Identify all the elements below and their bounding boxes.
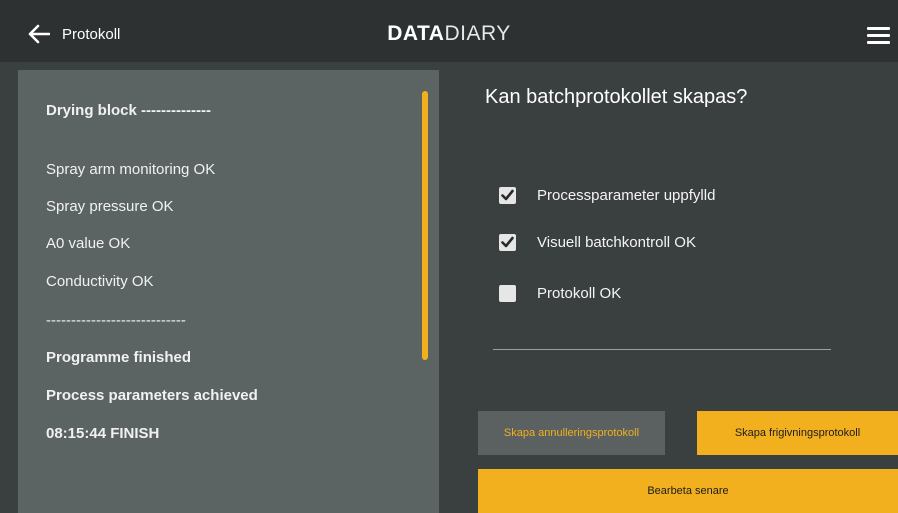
log-line: Programme finished bbox=[46, 349, 192, 366]
log-line: 08:15:44 FINISH bbox=[46, 425, 160, 442]
check-label: Processparameter uppfylld bbox=[537, 187, 716, 204]
create-release-protocol-button[interactable]: Skapa frigivningsprotokoll bbox=[697, 411, 898, 455]
check-label: Protokoll OK bbox=[537, 285, 622, 302]
hamburger-menu-icon[interactable] bbox=[867, 27, 890, 45]
checkbox-checked-icon[interactable] bbox=[499, 234, 516, 251]
question-title: Kan batchprotokollet skapas? bbox=[485, 86, 748, 108]
log-line: Spray arm monitoring OK bbox=[46, 161, 216, 178]
check-protocol-ok[interactable]: Protokoll OK bbox=[499, 285, 621, 302]
logo-thin-text: DIARY bbox=[444, 22, 511, 45]
protocol-log-panel[interactable]: Drying block -------------- Spray arm mo… bbox=[18, 70, 439, 513]
edit-later-button[interactable]: Bearbeta senare bbox=[478, 469, 898, 513]
check-process-parameters[interactable]: Processparameter uppfylld bbox=[499, 187, 715, 204]
app-header: Protokoll DATADIARY bbox=[0, 0, 898, 62]
divider bbox=[493, 349, 831, 350]
checkbox-unchecked-icon[interactable] bbox=[499, 285, 516, 302]
create-cancellation-protocol-button[interactable]: Skapa annulleringsprotokoll bbox=[478, 411, 665, 455]
log-line: Conductivity OK bbox=[46, 273, 154, 290]
log-line: Process parameters achieved bbox=[46, 387, 258, 404]
log-line: ---------------------------- bbox=[46, 312, 186, 329]
app-logo: DATADIARY bbox=[0, 22, 898, 46]
log-scrollbar[interactable] bbox=[422, 91, 428, 360]
check-visual-batch-control[interactable]: Visuell batchkontroll OK bbox=[499, 234, 696, 251]
log-line: A0 value OK bbox=[46, 235, 131, 252]
log-line: Drying block -------------- bbox=[46, 102, 211, 119]
checkbox-checked-icon[interactable] bbox=[499, 187, 516, 204]
logo-bold-text: DATA bbox=[387, 22, 445, 45]
log-line: Spray pressure OK bbox=[46, 198, 174, 215]
check-label: Visuell batchkontroll OK bbox=[537, 234, 696, 251]
